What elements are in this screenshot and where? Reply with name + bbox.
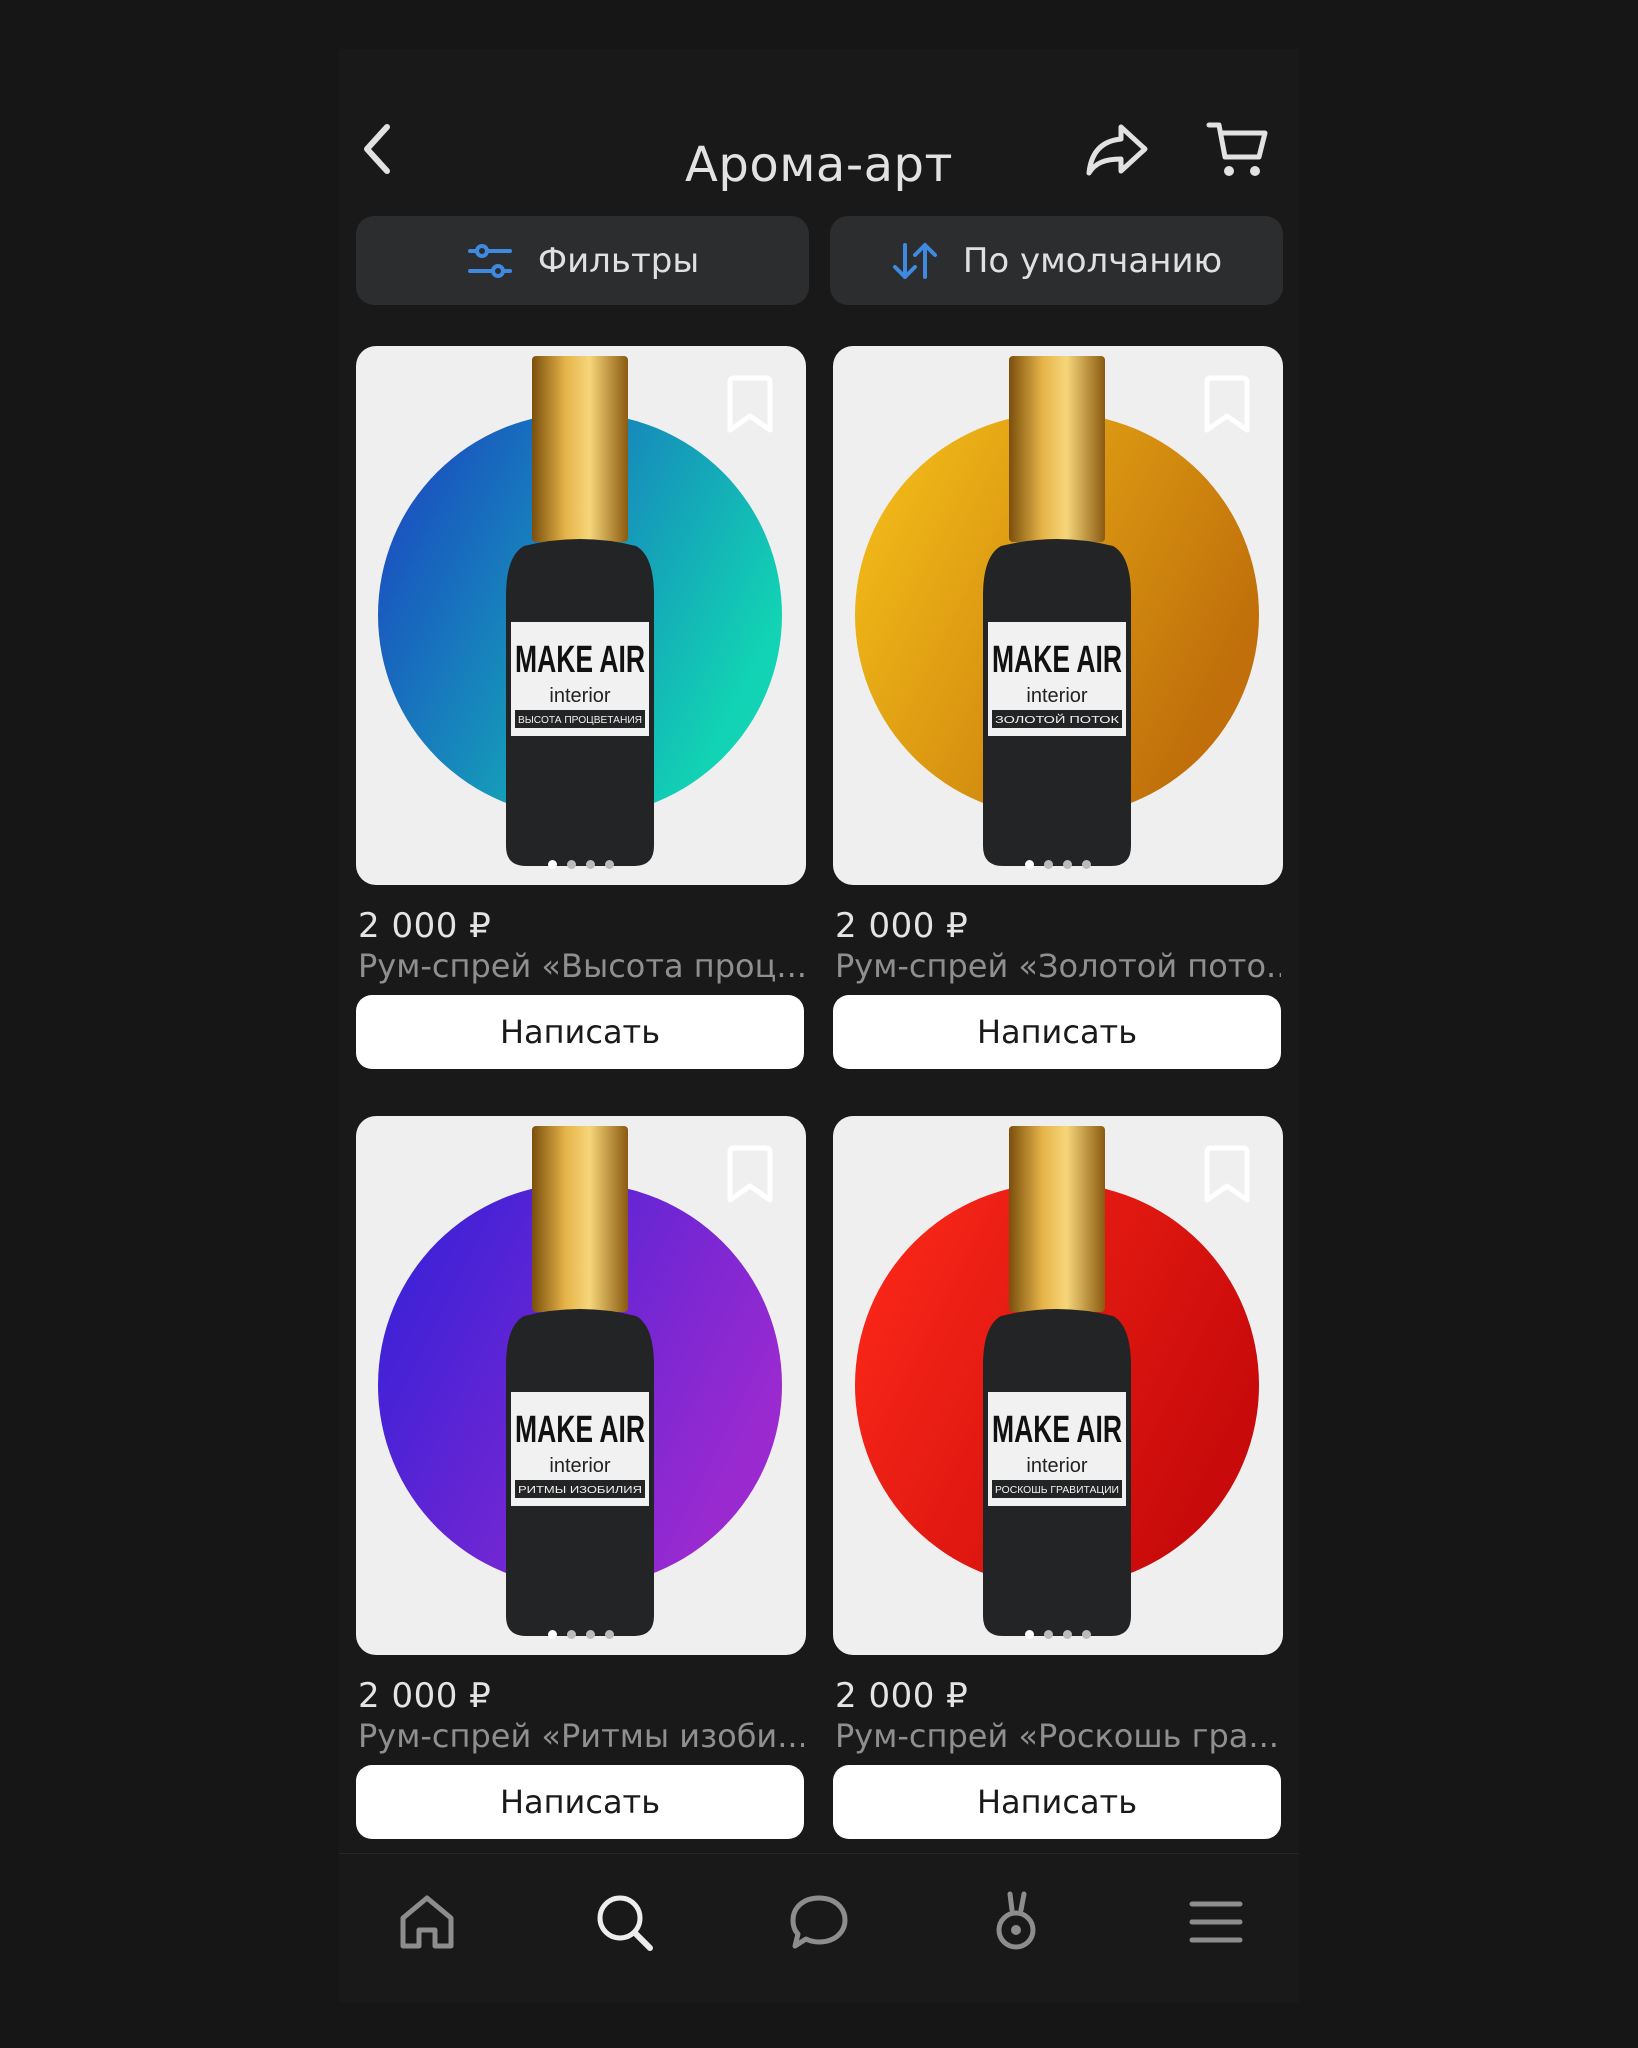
- label-scent: РИТМЫ ИЗОБИЛИЯ: [518, 1485, 642, 1496]
- home-icon[interactable]: [395, 1890, 459, 1958]
- label-sub: interior: [549, 685, 610, 707]
- app-screen: Арома-арт Фильтры По умолчанию MAKE AIR …: [339, 49, 1299, 2002]
- write-button[interactable]: Написать: [356, 1765, 804, 1839]
- cart-icon[interactable]: [1205, 119, 1269, 181]
- bookmark-icon[interactable]: [1201, 374, 1253, 438]
- label-scent: РОСКОШЬ ГРАВИТАЦИИ: [995, 1485, 1119, 1496]
- menu-icon[interactable]: [1188, 1890, 1244, 1958]
- product-name[interactable]: Рум-спрей «Роскошь гра...: [835, 1717, 1281, 1755]
- filters-icon: [466, 241, 514, 281]
- carousel-dots: [356, 860, 806, 869]
- page-title: Арома-арт: [685, 137, 953, 193]
- share-icon[interactable]: [1085, 121, 1149, 177]
- bottle-cap: [1009, 1126, 1105, 1312]
- label-sub: interior: [549, 1455, 610, 1477]
- bookmark-icon[interactable]: [1201, 1144, 1253, 1208]
- product-price: 2 000 ₽: [835, 906, 969, 946]
- write-button[interactable]: Написать: [833, 1765, 1281, 1839]
- label-scent: ЗОЛОТОЙ ПОТОК: [995, 713, 1119, 726]
- bottle-cap: [532, 356, 628, 542]
- write-button[interactable]: Написать: [833, 995, 1281, 1069]
- product-image[interactable]: MAKE AIR interior ВЫСОТА ПРОЦВЕТАНИЯ: [356, 346, 806, 885]
- label-brand: MAKE AIR: [992, 639, 1122, 681]
- product-name[interactable]: Рум-спрей «Золотой пото...: [835, 947, 1281, 985]
- label-sub: interior: [1026, 1455, 1087, 1477]
- sort-label: По умолчанию: [962, 240, 1223, 281]
- filters-label: Фильтры: [537, 240, 700, 281]
- sort-icon: [891, 241, 939, 281]
- bookmark-icon[interactable]: [724, 374, 776, 438]
- product-price: 2 000 ₽: [835, 1676, 969, 1716]
- carousel-dots: [833, 1630, 1283, 1639]
- product-name[interactable]: Рум-спрей «Высота проц...: [358, 947, 804, 985]
- bookmark-icon[interactable]: [724, 1144, 776, 1208]
- label-scent: ВЫСОТА ПРОЦВЕТАНИЯ: [518, 715, 642, 726]
- carousel-dots: [833, 860, 1283, 869]
- product-price: 2 000 ₽: [358, 1676, 492, 1716]
- clips-icon[interactable]: [984, 1890, 1048, 1958]
- bottle-cap: [1009, 356, 1105, 542]
- sort-button[interactable]: По умолчанию: [830, 216, 1283, 305]
- label-sub: interior: [1026, 685, 1087, 707]
- bottom-tab-bar: [339, 1853, 1299, 2002]
- label-brand: MAKE AIR: [992, 1409, 1122, 1451]
- product-image[interactable]: MAKE AIR interior РОСКОШЬ ГРАВИТАЦИИ: [833, 1116, 1283, 1655]
- product-price: 2 000 ₽: [358, 906, 492, 946]
- filters-button[interactable]: Фильтры: [356, 216, 809, 305]
- product-image[interactable]: MAKE AIR interior РИТМЫ ИЗОБИЛИЯ: [356, 1116, 806, 1655]
- product-name[interactable]: Рум-спрей «Ритмы изоби...: [358, 1717, 804, 1755]
- label-brand: MAKE AIR: [515, 1409, 645, 1451]
- write-button[interactable]: Написать: [356, 995, 804, 1069]
- bottle-cap: [532, 1126, 628, 1312]
- search-icon[interactable]: [592, 1890, 656, 1958]
- chat-icon[interactable]: [787, 1890, 851, 1958]
- label-brand: MAKE AIR: [515, 639, 645, 681]
- carousel-dots: [356, 1630, 806, 1639]
- product-image[interactable]: MAKE AIR interior ЗОЛОТОЙ ПОТОК: [833, 346, 1283, 885]
